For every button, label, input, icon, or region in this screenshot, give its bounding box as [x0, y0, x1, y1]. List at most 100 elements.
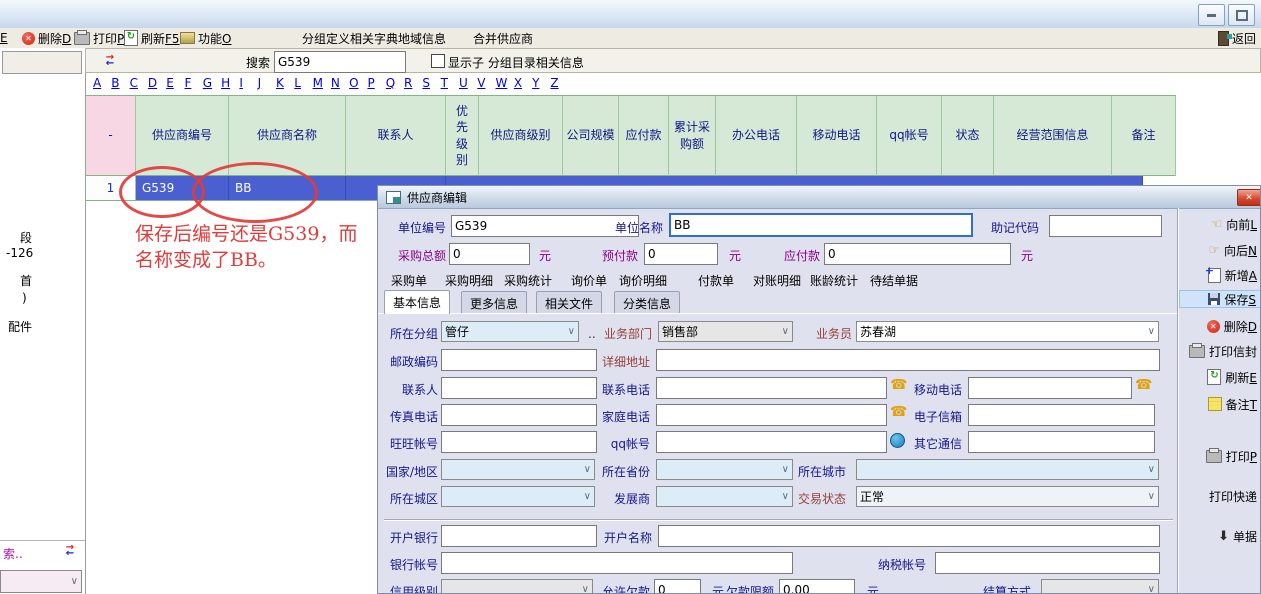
group-combobox[interactable]: 管仔∨	[441, 321, 579, 342]
alphabet-link[interactable]: O	[349, 76, 367, 92]
mnemonic-input[interactable]	[1049, 215, 1162, 237]
alphabet-link[interactable]: D	[148, 76, 166, 92]
swap-arrows-icon[interactable]: →←	[62, 545, 78, 557]
contact-phone-input[interactable]	[656, 377, 887, 399]
developer-combobox[interactable]: ∨	[656, 486, 793, 507]
partial-edit-button[interactable]: E	[0, 30, 8, 46]
alphabet-link[interactable]: H	[221, 76, 239, 92]
alphabet-link[interactable]: V	[477, 76, 495, 92]
column-header[interactable]: 供应商名称	[229, 96, 346, 176]
alphabet-link[interactable]: F	[184, 76, 202, 92]
link-purchase-order[interactable]: 采购单	[391, 272, 427, 289]
link-purchase-stats[interactable]: 采购统计	[504, 272, 552, 289]
next-button[interactable]: ☞向后N	[1179, 241, 1261, 259]
credit-combobox[interactable]: ∨	[441, 579, 593, 594]
province-combobox[interactable]: ∨	[656, 459, 793, 480]
left-panel-combobox[interactable]: ∨	[0, 570, 82, 593]
contact-input[interactable]	[441, 377, 597, 399]
link-inquiry-order[interactable]: 询价单	[571, 272, 607, 289]
column-header[interactable]: -	[86, 96, 136, 176]
menu-region-info[interactable]: 地域信息	[398, 30, 446, 46]
alphabet-link[interactable]: P	[367, 76, 385, 92]
link-pending-docs[interactable]: 待结单据	[870, 272, 918, 289]
tab-basic-info[interactable]: 基本信息	[384, 290, 450, 314]
mobile-input[interactable]	[968, 377, 1132, 399]
phone-icon[interactable]: ☎	[890, 378, 907, 392]
search-input[interactable]	[274, 51, 406, 73]
qq-input[interactable]	[656, 431, 887, 453]
wangwang-input[interactable]	[441, 431, 597, 453]
unit-name-input[interactable]	[669, 213, 973, 237]
column-header[interactable]: 应付款	[619, 96, 669, 176]
print-button[interactable]: 打印P	[1179, 447, 1261, 465]
documents-button[interactable]: ⬇单据	[1179, 527, 1261, 545]
column-header[interactable]: 供应商编号	[136, 96, 229, 176]
allow-debt-input[interactable]	[654, 579, 701, 594]
tab-related-files[interactable]: 相关文件	[536, 291, 602, 313]
alphabet-link[interactable]: A	[93, 76, 111, 92]
alphabet-link[interactable]: X	[514, 76, 532, 92]
maximize-button[interactable]	[1228, 4, 1255, 26]
delete-button[interactable]: ✕删除D	[1179, 317, 1261, 335]
settle-combobox[interactable]: ∨	[1041, 579, 1159, 594]
postcode-input[interactable]	[441, 349, 597, 371]
close-button[interactable]: ✕	[1237, 189, 1261, 206]
link-aging-stats[interactable]: 账龄统计	[810, 272, 858, 289]
column-header[interactable]: 联系人	[346, 96, 446, 176]
qq-icon[interactable]	[890, 433, 905, 448]
alphabet-link[interactable]: Z	[550, 76, 568, 92]
column-header[interactable]: qq帐号	[877, 96, 942, 176]
bank-input[interactable]	[441, 525, 597, 547]
show-sub-checkbox[interactable]	[431, 54, 445, 68]
save-button[interactable]: 保存S	[1179, 290, 1261, 308]
city-combobox[interactable]: ∨	[856, 459, 1159, 480]
dialog-titlebar[interactable]: 供应商编辑	[378, 186, 1261, 209]
alphabet-link[interactable]: Y	[532, 76, 550, 92]
supplier-name-cell[interactable]: BB	[229, 176, 346, 200]
link-purchase-detail[interactable]: 采购明细	[445, 272, 493, 289]
remark-button[interactable]: 备注T	[1179, 395, 1261, 413]
column-header[interactable]: 状态	[942, 96, 994, 176]
payable-input[interactable]	[824, 243, 1011, 265]
purchase-total-input[interactable]	[449, 243, 530, 265]
tab-more-info[interactable]: 更多信息	[461, 291, 527, 313]
alphabet-link[interactable]: T	[441, 76, 459, 92]
tree-item-fragment[interactable]: 段	[20, 229, 32, 246]
alphabet-link[interactable]: N	[331, 76, 349, 92]
alphabet-link[interactable]: M	[313, 76, 331, 92]
refresh-button[interactable]: ↻ 刷新F5	[124, 30, 180, 46]
column-header[interactable]: 办公电话	[716, 96, 797, 176]
column-header[interactable]: 供应商级别	[479, 96, 563, 176]
prev-button[interactable]: ☜向前L	[1179, 215, 1261, 233]
alphabet-link[interactable]: E	[166, 76, 184, 92]
alphabet-link[interactable]: U	[459, 76, 477, 92]
prepaid-input[interactable]	[644, 243, 718, 265]
swap-arrows-icon[interactable]: →←	[102, 55, 118, 67]
alphabet-link[interactable]: B	[111, 76, 129, 92]
email-input[interactable]	[968, 404, 1155, 426]
menu-group-define[interactable]: 分组定义	[302, 30, 350, 46]
tree-item-fragment[interactable]: 首	[20, 272, 32, 289]
column-header[interactable]: 优先级别	[446, 96, 479, 176]
alphabet-link[interactable]: W	[496, 76, 514, 92]
refresh-button[interactable]: ↻刷新E	[1179, 368, 1261, 386]
add-button[interactable]: +新增A	[1179, 266, 1261, 284]
column-header[interactable]: 累计采购额	[669, 96, 716, 176]
column-header[interactable]: 移动电话	[797, 96, 877, 176]
home-phone-input[interactable]	[656, 404, 887, 426]
delete-button[interactable]: ✕ 删除D	[22, 30, 71, 46]
link-inquiry-detail[interactable]: 询价明细	[619, 272, 667, 289]
menu-merge-supplier[interactable]: 合并供应商	[473, 30, 533, 46]
menu-related-dict[interactable]: 相关字典	[350, 30, 398, 46]
address-input[interactable]	[656, 349, 1160, 371]
column-header[interactable]: 经营范围信息	[994, 96, 1112, 176]
other-im-input[interactable]	[968, 431, 1155, 453]
tax-account-input[interactable]	[935, 552, 1160, 574]
alphabet-link[interactable]: L	[294, 76, 312, 92]
district-combobox[interactable]: ∨	[441, 486, 595, 507]
dept-combobox[interactable]: 销售部∨	[658, 321, 793, 342]
alphabet-link[interactable]: J	[258, 76, 276, 92]
phone-icon[interactable]: ☎	[1135, 378, 1152, 392]
alphabet-link[interactable]: Q	[386, 76, 404, 92]
left-panel-header[interactable]	[2, 51, 82, 74]
